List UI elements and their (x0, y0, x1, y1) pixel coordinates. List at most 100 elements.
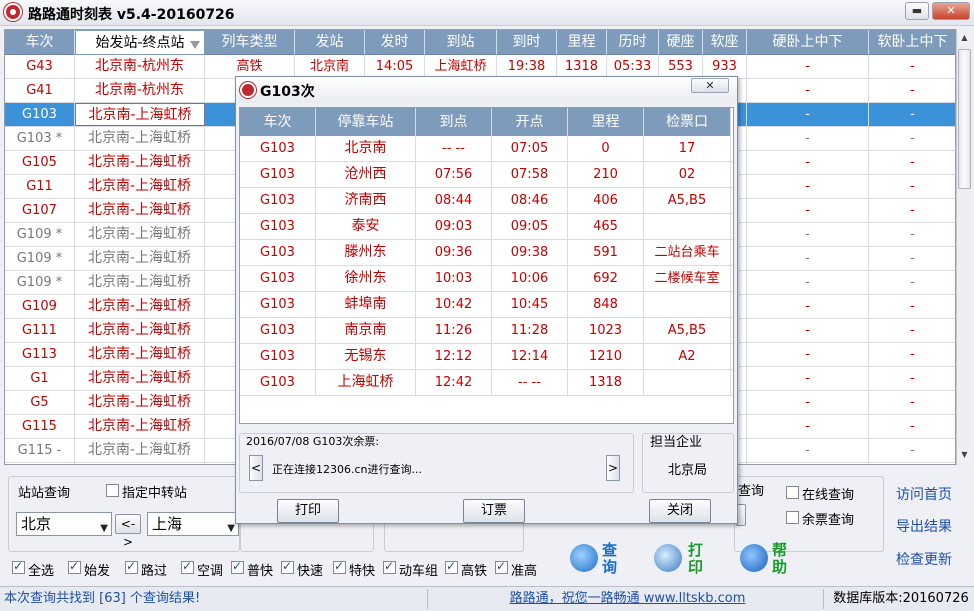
cell-hsleep: - (747, 391, 869, 414)
stops-column-header: 检票口 (644, 108, 731, 136)
stop-row[interactable]: G103 泰安 09:03 09:05 465 (240, 214, 733, 240)
stop-row[interactable]: G103 南京南 11:26 11:28 1023 A5,B5 (240, 318, 733, 344)
stop-row[interactable]: G103 滕州东 09:36 09:38 591 二站台乘车 (240, 240, 733, 266)
swap-stations-button[interactable]: <-> (115, 514, 141, 549)
stop-arr: 07:56 (416, 162, 492, 187)
stop-row[interactable]: G103 徐州东 10:03 10:06 692 二楼候车室 (240, 266, 733, 292)
printer-icon[interactable] (654, 544, 682, 572)
website-link[interactable]: 路路通，祝您一路畅通 www.lltskb.com (432, 589, 824, 609)
cell-train: G5 (5, 391, 75, 414)
cell-dep: 14:05 (365, 55, 425, 78)
filter-checkbox[interactable] (445, 559, 458, 574)
stop-train: G103 (240, 136, 316, 161)
stop-row[interactable]: G103 沧州西 07:56 07:58 210 02 (240, 162, 733, 188)
stops-column-header: 车次 (240, 108, 316, 136)
scroll-thumb[interactable] (958, 49, 971, 189)
column-header[interactable]: 里程 (557, 30, 607, 55)
cell-hsleep: - (747, 367, 869, 390)
cell-dur: 05:33 (607, 55, 659, 78)
stop-dist: 465 (568, 214, 644, 239)
stop-station: 南京南 (316, 318, 416, 343)
remain-query-checkbox[interactable] (786, 511, 799, 524)
export-link[interactable]: 导出结果 (896, 516, 952, 536)
column-header[interactable]: 软卧上中下 (869, 30, 955, 55)
online-query-checkbox[interactable] (786, 486, 799, 499)
stop-gate: A5,B5 (644, 188, 731, 213)
prev-arrow-button[interactable]: < (249, 455, 263, 481)
scroll-down-icon[interactable]: ▼ (958, 447, 971, 463)
filter-checkbox[interactable] (333, 559, 346, 574)
column-header[interactable]: 发时 (365, 30, 425, 55)
help-button[interactable]: 帮助 (772, 542, 790, 576)
column-header[interactable]: 硬座 (659, 30, 703, 55)
dialog-close-button[interactable]: 关闭 (649, 499, 711, 523)
stop-arr: 10:42 (416, 292, 492, 317)
cell-ssleep: - (869, 271, 955, 294)
stop-row[interactable]: G103 北京南 -- -- 07:05 0 17 (240, 136, 733, 162)
stop-row[interactable]: G103 济南西 08:44 08:46 406 A5,B5 (240, 188, 733, 214)
stops-grid: 车次 停靠车站 到点 开点 里程 检票口 G103 北京南 -- -- 07:05 0 17 G103… (239, 107, 734, 424)
result-count-text: 本次查询共找到 [63] 个查询结果! (4, 589, 428, 609)
query-label-fragment: 查询 (738, 484, 765, 499)
stop-station: 蚌埠南 (316, 292, 416, 317)
filter-label: 准高 (511, 564, 538, 579)
column-header[interactable]: 软座 (703, 30, 747, 55)
from-station-select[interactable]: 北京 ▼ (16, 512, 112, 536)
status-bar: 本次查询共找到 [63] 个查询结果! 路路通，祝您一路畅通 www.lltsk… (0, 586, 974, 611)
cell-route: 北京南-上海虹桥 (75, 223, 205, 246)
stop-row[interactable]: G103 上海虹桥 12:42 -- -- 1318 (240, 370, 733, 396)
column-header[interactable]: 硬卧上中下 (747, 30, 869, 55)
filter-checkbox[interactable] (181, 559, 194, 574)
dialog-title-bar[interactable]: G103次 ✕ (236, 77, 737, 103)
filter-checkbox[interactable] (68, 559, 81, 574)
stop-gate: A5,B5 (644, 318, 731, 343)
scroll-up-icon[interactable]: ▲ (958, 30, 971, 46)
dialog-close-icon[interactable]: ✕ (691, 78, 729, 93)
stop-dep: 12:14 (492, 344, 568, 369)
stop-gate (644, 214, 731, 239)
stop-row[interactable]: G103 蚌埠南 10:42 10:45 848 (240, 292, 733, 318)
cell-ssleep: - (869, 343, 955, 366)
close-button[interactable]: ✕ (932, 2, 970, 20)
cell-route: 北京南-上海虹桥 (75, 367, 205, 390)
cell-ssleep: - (869, 175, 955, 198)
results-scrollbar[interactable]: ▲ ▼ (956, 29, 972, 465)
search-icon[interactable] (570, 544, 598, 572)
next-arrow-button[interactable]: > (606, 455, 620, 481)
column-header[interactable]: 列车类型 (205, 30, 295, 55)
update-link[interactable]: 检查更新 (896, 549, 952, 569)
stop-dist: 210 (568, 162, 644, 187)
cell-ssleep: - (869, 199, 955, 222)
query-button[interactable]: 查询 (602, 542, 620, 576)
column-header[interactable]: 到站 (425, 30, 497, 55)
cell-hsleep: - (747, 151, 869, 174)
dialog-print-button[interactable]: 打印 (277, 499, 339, 523)
filter-checkbox[interactable] (12, 559, 25, 574)
help-icon[interactable] (740, 544, 768, 572)
column-header[interactable]: 车次 (5, 30, 75, 55)
cell-hsleep: - (747, 127, 869, 150)
cell-train: G103 (5, 103, 75, 126)
stop-gate: 二站台乘车 (644, 240, 731, 265)
filter-checkbox[interactable] (281, 559, 294, 574)
app-logo-icon (240, 82, 256, 98)
column-header[interactable]: 发站 (295, 30, 365, 55)
column-header[interactable]: 始发站-终点站 (75, 30, 205, 55)
cell-dist: 1318 (557, 55, 607, 78)
transfer-checkbox[interactable] (106, 484, 119, 497)
filter-checkbox[interactable] (125, 559, 138, 574)
filter-checkbox[interactable] (495, 559, 508, 574)
home-link[interactable]: 访问首页 (896, 484, 952, 504)
stop-row[interactable]: G103 无锡东 12:12 12:14 1210 A2 (240, 344, 733, 370)
dialog-order-button[interactable]: 订票 (463, 499, 525, 523)
to-station-select[interactable]: 上海 ▼ (147, 512, 239, 536)
filter-checkbox[interactable] (383, 559, 396, 574)
print-button[interactable]: 打印 (688, 542, 706, 576)
filter-checkbox[interactable] (231, 559, 244, 574)
cell-ssleep: - (869, 415, 955, 438)
stop-gate (644, 292, 731, 317)
column-header[interactable]: 历时 (607, 30, 659, 55)
minimize-button[interactable]: ▬ (905, 2, 929, 20)
column-header[interactable]: 到时 (497, 30, 557, 55)
stop-train: G103 (240, 162, 316, 187)
